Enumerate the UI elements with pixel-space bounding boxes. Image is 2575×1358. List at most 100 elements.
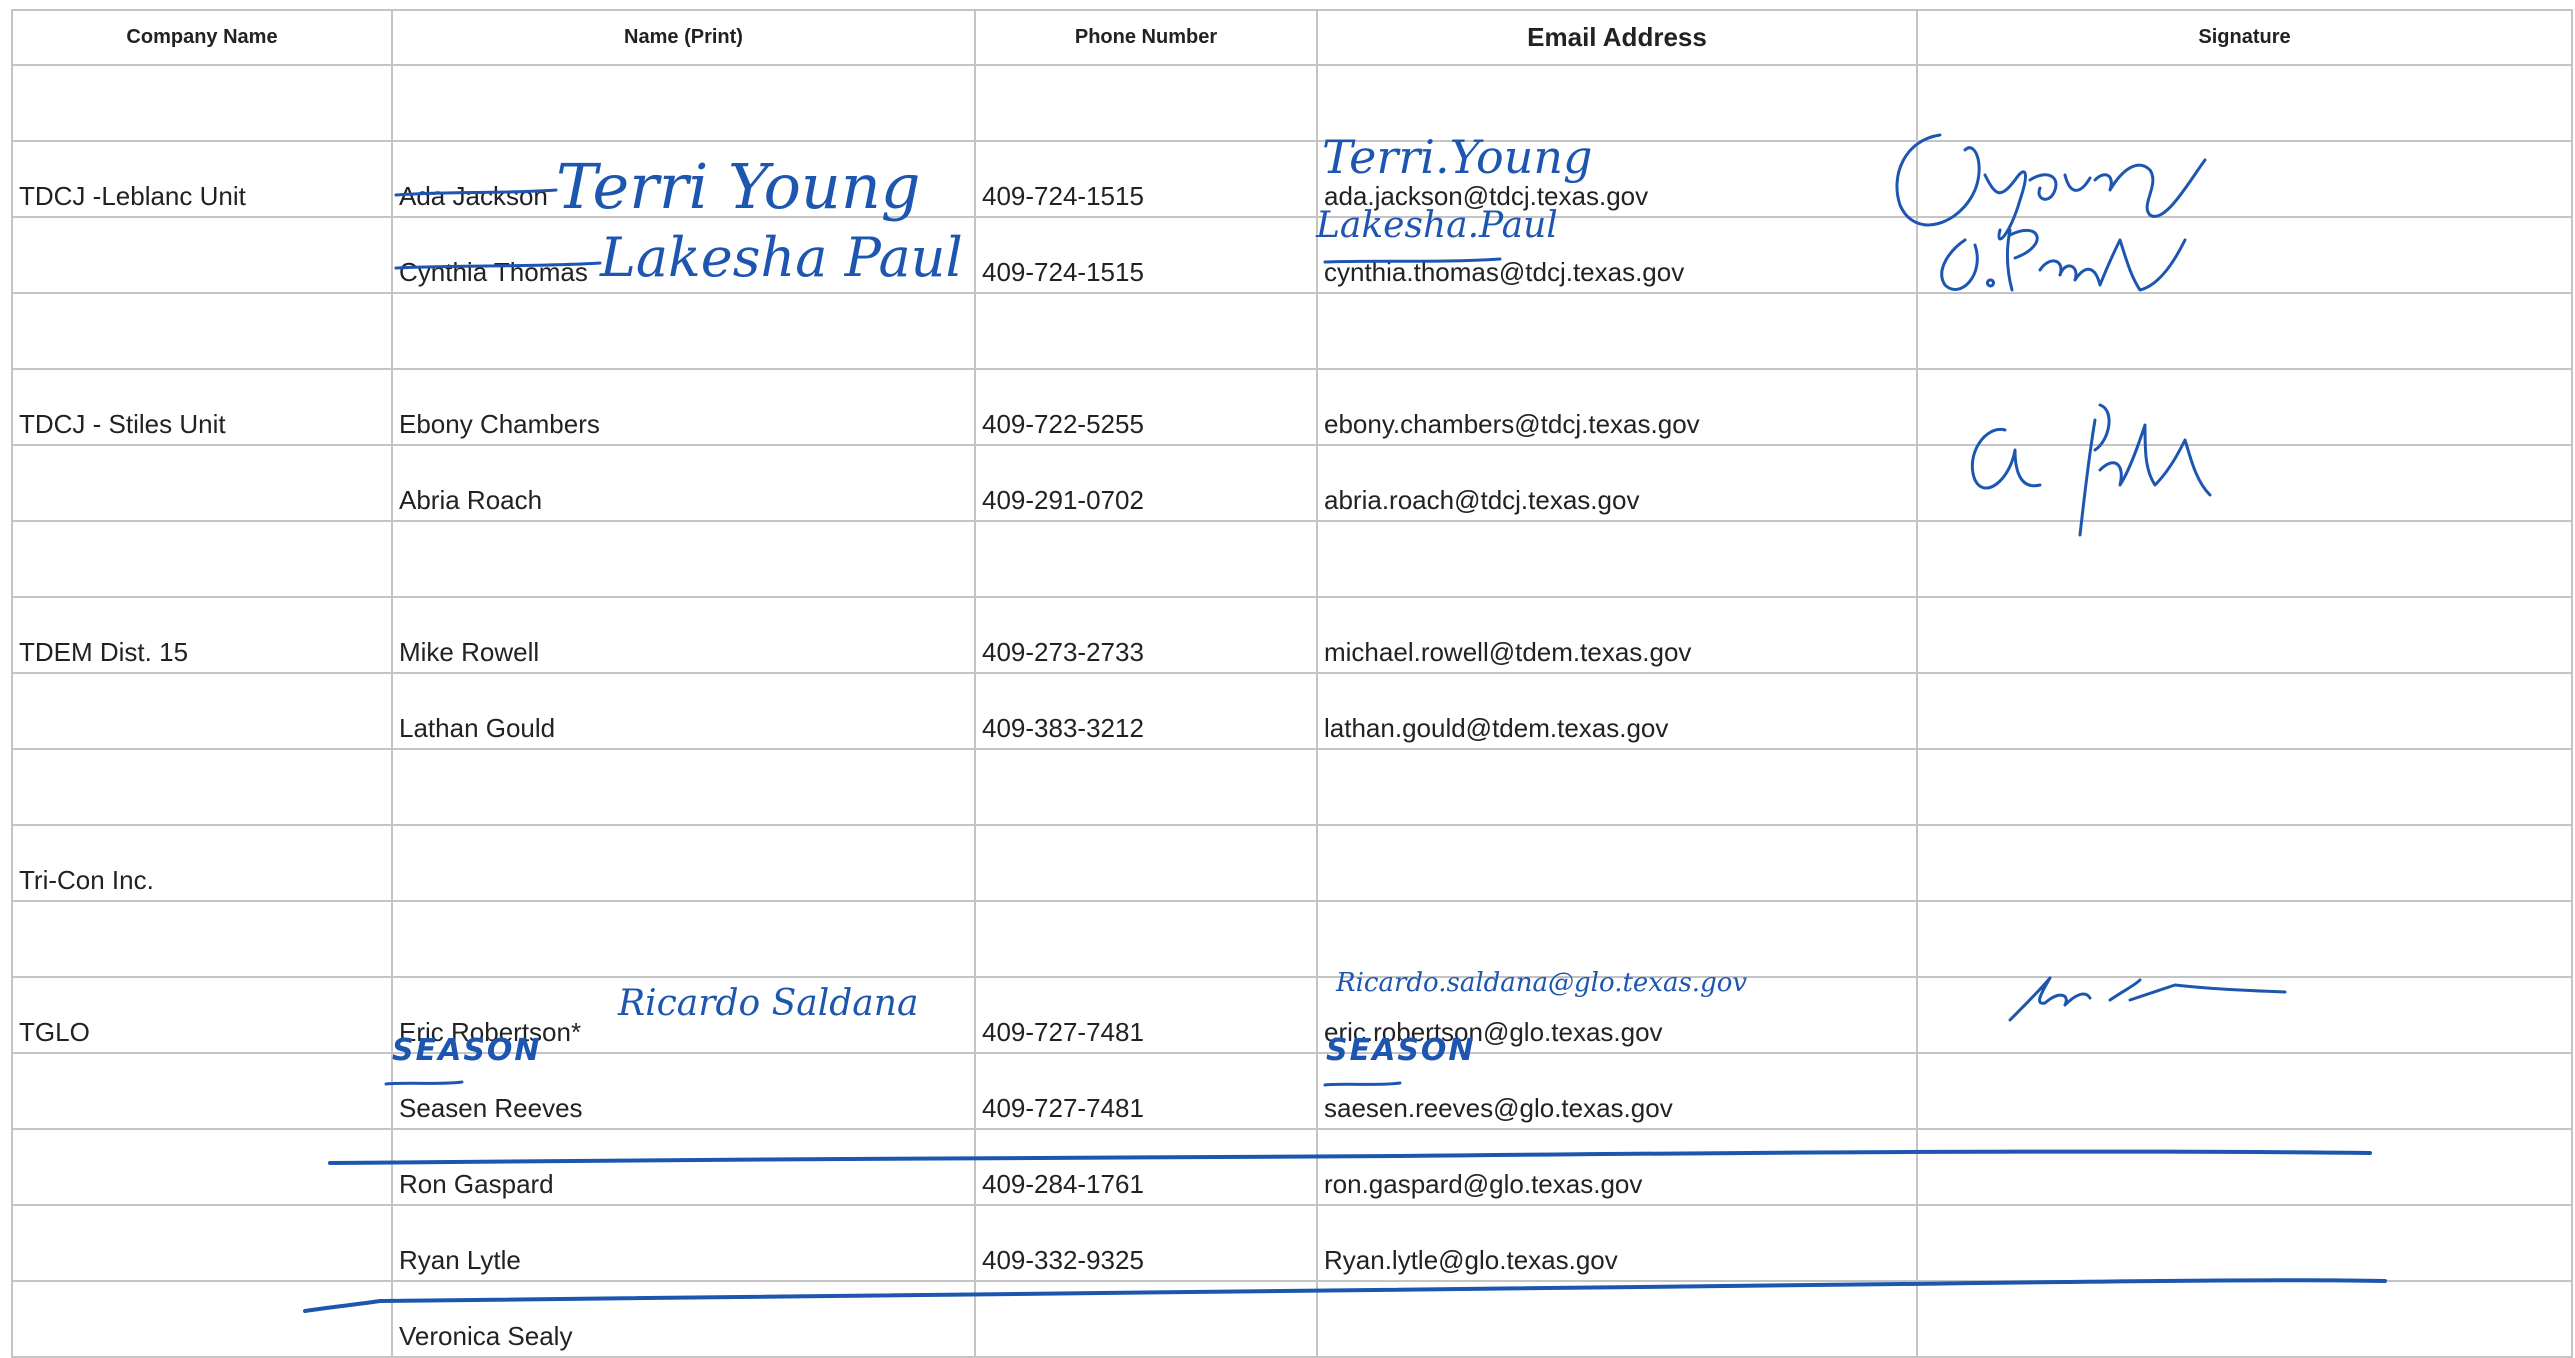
header-phone: Phone Number (974, 9, 1318, 66)
email-cell: ebony.chambers@tdcj.texas.gov (1316, 368, 1918, 446)
table-row (11, 748, 2573, 826)
table-row: Seasen Reeves 409-727-7481 saesen.reeves@g… (11, 1052, 2573, 1130)
phone-cell: 409-727-7481 (974, 1052, 1318, 1130)
company-cell (11, 1052, 393, 1130)
email-cell (1316, 748, 1918, 826)
email-cell (1316, 1280, 1918, 1358)
phone-cell: 409-724-1515 (974, 216, 1318, 294)
table-row: TDCJ - Stiles Unit Ebony Chambers 409-722-… (11, 368, 2573, 446)
signature-cell (1916, 520, 2573, 598)
name-cell (391, 900, 976, 978)
phone-cell: 409-724-1515 (974, 140, 1318, 218)
signature-cell (1916, 1052, 2573, 1130)
table-row (11, 292, 2573, 370)
signature-cell (1916, 140, 2573, 218)
name-cell: Lathan Gould (391, 672, 976, 750)
signature-cell (1916, 292, 2573, 370)
table-body: TDCJ -Leblanc Unit Ada Jackson 409-724-151… (11, 64, 2573, 1358)
phone-cell: 409-291-0702 (974, 444, 1318, 522)
company-cell (11, 520, 393, 598)
company-cell: TDCJ -Leblanc Unit (11, 140, 393, 218)
header-company: Company Name (11, 9, 393, 66)
name-cell: Cynthia Thomas (391, 216, 976, 294)
phone-cell: 409-383-3212 (974, 672, 1318, 750)
email-cell: ron.gaspard@glo.texas.gov (1316, 1128, 1918, 1206)
name-cell: Ryan Lytle (391, 1204, 976, 1282)
name-cell: Ebony Chambers (391, 368, 976, 446)
email-cell (1316, 824, 1918, 902)
name-cell: Seasen Reeves (391, 1052, 976, 1130)
phone-cell: 409-332-9325 (974, 1204, 1318, 1282)
phone-cell (974, 292, 1318, 370)
email-cell: michael.rowell@tdem.texas.gov (1316, 596, 1918, 674)
signature-cell (1916, 976, 2573, 1054)
table-row: Ryan Lytle 409-332-9325 Ryan.lytle@glo.tex… (11, 1204, 2573, 1282)
phone-cell: 409-284-1761 (974, 1128, 1318, 1206)
name-cell: Ada Jackson (391, 140, 976, 218)
phone-cell (974, 824, 1318, 902)
company-cell (11, 900, 393, 978)
company-cell (11, 1280, 393, 1358)
signature-cell (1916, 900, 2573, 978)
table-row: Tri-Con Inc. (11, 824, 2573, 902)
name-cell (391, 64, 976, 142)
name-cell: Veronica Sealy (391, 1280, 976, 1358)
company-cell (11, 1128, 393, 1206)
company-cell (11, 292, 393, 370)
signature-cell (1916, 216, 2573, 294)
header-row: Company Name Name (Print) Phone Number E… (11, 9, 2573, 66)
phone-cell (974, 900, 1318, 978)
email-cell (1316, 900, 1918, 978)
name-cell (391, 520, 976, 598)
email-cell: Ryan.lytle@glo.texas.gov (1316, 1204, 1918, 1282)
company-cell (11, 64, 393, 142)
company-cell: TGLO (11, 976, 393, 1054)
signature-cell (1916, 1128, 2573, 1206)
email-cell: eric.robertson@glo.texas.gov (1316, 976, 1918, 1054)
company-cell (11, 672, 393, 750)
email-cell (1316, 64, 1918, 142)
email-cell: ada.jackson@tdcj.texas.gov (1316, 140, 1918, 218)
email-cell: lathan.gould@tdem.texas.gov (1316, 672, 1918, 750)
name-cell (391, 824, 976, 902)
company-cell (11, 444, 393, 522)
table-row (11, 520, 2573, 598)
phone-cell: 409-722-5255 (974, 368, 1318, 446)
phone-cell (974, 64, 1318, 142)
table-row: TDCJ -Leblanc Unit Ada Jackson 409-724-151… (11, 140, 2573, 218)
table-row: Lathan Gould 409-383-3212 lathan.gould@tde… (11, 672, 2573, 750)
signature-cell (1916, 672, 2573, 750)
signature-cell (1916, 1280, 2573, 1358)
signature-cell (1916, 748, 2573, 826)
table-row: Cynthia Thomas 409-724-1515 cynthia.thomas… (11, 216, 2573, 294)
phone-cell (974, 748, 1318, 826)
email-cell (1316, 292, 1918, 370)
table-row: Ron Gaspard 409-284-1761 ron.gaspard@glo.t… (11, 1128, 2573, 1206)
company-cell: Tri-Con Inc. (11, 824, 393, 902)
table-row (11, 900, 2573, 978)
email-cell: cynthia.thomas@tdcj.texas.gov (1316, 216, 1918, 294)
name-cell: Eric Robertson* (391, 976, 976, 1054)
email-cell: abria.roach@tdcj.texas.gov (1316, 444, 1918, 522)
table-row: TGLO Eric Robertson* 409-727-7481 eric.robe… (11, 976, 2573, 1054)
table-row: Veronica Sealy (11, 1280, 2573, 1358)
email-cell: saesen.reeves@glo.texas.gov (1316, 1052, 1918, 1130)
table-row (11, 64, 2573, 142)
table-row: TDEM Dist. 15 Mike Rowell 409-273-2733 mich… (11, 596, 2573, 674)
attendance-table: Company Name Name (Print) Phone Number E… (11, 9, 2573, 1358)
sign-in-sheet: Company Name Name (Print) Phone Number E… (0, 0, 2575, 1358)
signature-cell (1916, 444, 2573, 522)
name-cell: Ron Gaspard (391, 1128, 976, 1206)
header-email: Email Address (1316, 9, 1918, 66)
signature-cell (1916, 368, 2573, 446)
name-cell: Abria Roach (391, 444, 976, 522)
company-cell (11, 1204, 393, 1282)
header-signature: Signature (1916, 9, 2573, 66)
phone-cell: 409-727-7481 (974, 976, 1318, 1054)
signature-cell (1916, 64, 2573, 142)
signature-cell (1916, 596, 2573, 674)
name-cell (391, 292, 976, 370)
table-row: Abria Roach 409-291-0702 abria.roach@tdcj.… (11, 444, 2573, 522)
phone-cell: 409-273-2733 (974, 596, 1318, 674)
phone-cell (974, 1280, 1318, 1358)
